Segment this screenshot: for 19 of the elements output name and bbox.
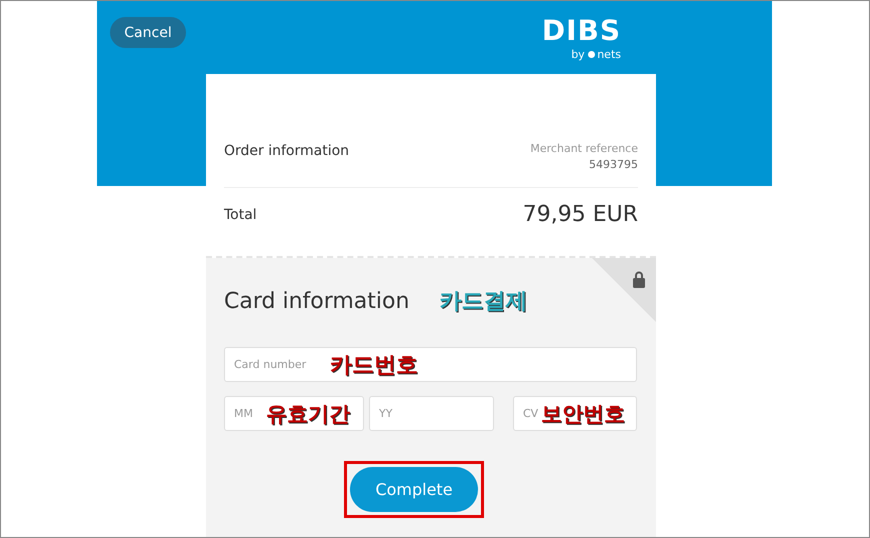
total-amount: 79,95 EUR	[522, 202, 638, 227]
lock-icon	[632, 270, 646, 288]
logo-wordmark: DIBS	[542, 14, 621, 48]
cancel-button[interactable]: Cancel	[110, 17, 186, 48]
reference-value: 5493795	[589, 157, 638, 173]
cvc-field[interactable]: CV	[523, 407, 541, 420]
annotation-label: 카드번호	[330, 352, 418, 380]
annotation-label: 보안번호	[541, 400, 625, 428]
reference-label: Merchant reference	[530, 141, 638, 157]
total-label: Total	[224, 206, 257, 222]
logo-tagline: by nets	[571, 48, 621, 61]
order-title: Order information	[224, 143, 350, 161]
complete-button[interactable]: Complete	[350, 467, 478, 512]
year-field[interactable]: YY	[379, 407, 459, 420]
annotation-label: 카드결제	[439, 288, 528, 316]
card-number-field[interactable]: Card number	[234, 358, 314, 371]
card-title: Card information	[224, 288, 410, 314]
month-field[interactable]: MM	[234, 407, 266, 420]
annotation-label: 유효기간	[266, 400, 350, 428]
